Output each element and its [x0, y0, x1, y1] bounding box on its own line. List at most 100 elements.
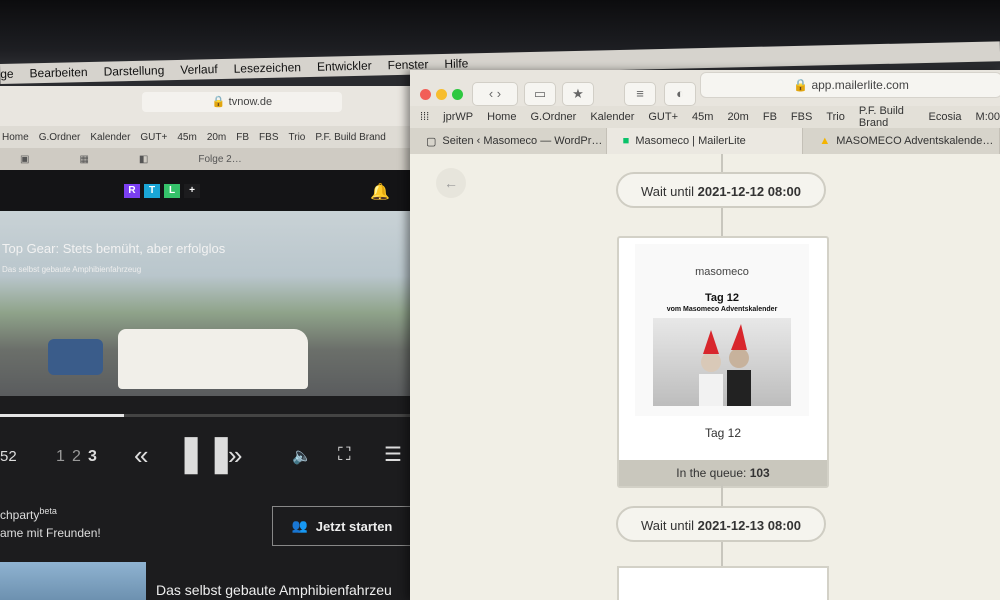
- right-browser-window: ‹ › ▭ ★ ≡ ◐ 🔒 app.mailerlite.com ⁞⁞⁞ jpr…: [410, 70, 1000, 600]
- volume-icon[interactable]: 🔈: [292, 446, 312, 466]
- bookmark-item[interactable]: G.Ordner: [39, 132, 81, 143]
- left-browser-window: 🔒 tvnow.de Home G.Ordner Kalender GUT+ 4…: [0, 86, 412, 600]
- grid-icon[interactable]: ⁞⁞⁞: [420, 111, 429, 123]
- bookmark-item[interactable]: Trio: [289, 132, 306, 143]
- rtl-logo-t: T: [144, 184, 160, 198]
- rtl-logo[interactable]: R T L +: [124, 184, 200, 198]
- minimize-window-icon[interactable]: [436, 89, 447, 100]
- zoom-window-icon[interactable]: [452, 89, 463, 100]
- menu-item-history[interactable]: Verlauf: [180, 62, 218, 77]
- video-progress-bar[interactable]: [0, 414, 412, 417]
- bookmark-item[interactable]: FBS: [791, 111, 812, 123]
- menu-item-edit[interactable]: Bearbeiten: [29, 65, 87, 80]
- menu-item-bookmarks[interactable]: Lesezeichen: [233, 60, 301, 76]
- right-address-bar[interactable]: 🔒 app.mailerlite.com: [700, 72, 1000, 98]
- next-episode-thumbnail[interactable]: [0, 562, 146, 600]
- bookmark-item[interactable]: P.F. Build Brand: [315, 132, 385, 143]
- fullscreen-icon[interactable]: ⛶: [338, 444, 351, 465]
- tab-label[interactable]: Folge 2…: [198, 154, 241, 165]
- video-title: Top Gear: Stets bemüht, aber erfolglos: [2, 241, 226, 256]
- menu-item-developer[interactable]: Entwickler: [317, 59, 372, 74]
- bookmark-item[interactable]: 20m: [727, 111, 748, 123]
- start-watchparty-button[interactable]: 👥 Jetzt starten: [272, 506, 412, 546]
- right-tab-bar: ▢ Seiten ‹ Masomeco — WordPr… ■ Masomeco…: [410, 128, 1000, 154]
- menu-item-view[interactable]: Darstellung: [103, 63, 164, 78]
- email-step-card-next[interactable]: [617, 566, 829, 600]
- forward-icon[interactable]: »: [228, 440, 242, 471]
- tab-mailerlite[interactable]: ■ Masomeco | MailerLite: [606, 128, 804, 154]
- shield-icon[interactable]: ◐: [664, 82, 696, 106]
- automation-workflow: ← Wait until 2021-12-12 08:00 masomeco T…: [410, 154, 1000, 600]
- lock-icon: 🔒: [793, 78, 809, 92]
- left-address-bar[interactable]: 🔒 tvnow.de: [142, 92, 342, 112]
- right-address-text: app.mailerlite.com: [811, 78, 909, 92]
- video-player[interactable]: Top Gear: Stets bemüht, aber erfolglos D…: [0, 211, 412, 396]
- player-controls: 52 1 2 3 « ❚❚ » 🔈 ⛶ ☰: [0, 432, 412, 478]
- tab-label: Masomeco | MailerLite: [635, 135, 746, 147]
- bookmark-item[interactable]: FB: [236, 132, 249, 143]
- bookmark-item[interactable]: M:00: [976, 111, 1000, 123]
- lock-icon: 🔒: [211, 96, 226, 108]
- tab-wordpress[interactable]: ▢ Seiten ‹ Masomeco — WordPr…: [410, 128, 607, 154]
- close-window-icon[interactable]: [420, 89, 431, 100]
- bookmark-item[interactable]: P.F. Build Brand: [859, 105, 915, 129]
- menu-item-help[interactable]: Hilfe: [444, 56, 468, 71]
- season-3[interactable]: 3: [88, 448, 97, 466]
- pickup-truck-image: [118, 329, 308, 389]
- next-episode-title[interactable]: Das selbst gebaute Amphibienfahrzeu: [156, 582, 392, 598]
- bookmark-item[interactable]: 45m: [177, 132, 196, 143]
- watchparty-text: chpartybeta ame mit Freunden!: [0, 502, 101, 542]
- connector-line: [721, 484, 723, 506]
- bookmark-item[interactable]: Home: [487, 111, 516, 123]
- left-bookmarks-bar: Home G.Ordner Kalender GUT+ 45m 20m FB F…: [0, 126, 412, 148]
- back-forward-icon[interactable]: ‹ ›: [472, 82, 518, 106]
- watchparty-label: chparty: [0, 508, 40, 522]
- menu-icon[interactable]: ☰: [384, 442, 402, 467]
- bookmark-item[interactable]: FBS: [259, 132, 278, 143]
- connector-line: [721, 208, 723, 236]
- bookmark-item[interactable]: Trio: [826, 111, 845, 123]
- tab-icon[interactable]: ▣: [20, 154, 29, 165]
- bookmark-item[interactable]: FB: [763, 111, 777, 123]
- bookmark-star-icon[interactable]: ★: [562, 82, 594, 106]
- bookmark-item[interactable]: GUT+: [648, 111, 678, 123]
- bell-icon[interactable]: 🔔: [370, 182, 390, 202]
- bookmark-item[interactable]: Kalender: [90, 132, 130, 143]
- menu-item-go[interactable]: ge: [0, 67, 14, 81]
- season-1[interactable]: 1: [56, 448, 65, 466]
- rtl-logo-plus: +: [184, 184, 200, 198]
- episode-number[interactable]: 52: [0, 448, 17, 465]
- extension-icon[interactable]: ≡: [624, 82, 656, 106]
- season-2[interactable]: 2: [72, 448, 81, 466]
- santa-hat-photo: [653, 318, 791, 406]
- wordpress-icon: ▢: [426, 135, 437, 148]
- bookmark-item[interactable]: 20m: [207, 132, 226, 143]
- tab-label: MASOMECO Adventskalende…: [836, 135, 994, 147]
- bookmark-item[interactable]: Kalender: [590, 111, 634, 123]
- left-address-text: tvnow.de: [228, 96, 273, 108]
- rtl-logo-l: L: [164, 184, 180, 198]
- sidebar-icon[interactable]: ▭: [524, 82, 556, 106]
- wait-date: 2021-12-12 08:00: [697, 184, 801, 199]
- start-button-label: Jetzt starten: [315, 518, 393, 534]
- queue-count: 103: [749, 466, 770, 480]
- google-drive-icon: ▲: [819, 135, 831, 147]
- bookmark-item[interactable]: jprWP: [443, 111, 473, 123]
- tab-google-drive[interactable]: ▲ MASOMECO Adventskalende…: [803, 128, 1000, 154]
- mailerlite-icon: ■: [622, 135, 630, 147]
- wait-until-step-1[interactable]: Wait until 2021-12-12 08:00: [616, 172, 826, 208]
- bookmark-item[interactable]: G.Ordner: [530, 111, 576, 123]
- rewind-icon[interactable]: «: [134, 440, 148, 471]
- bookmark-item[interactable]: 45m: [692, 111, 713, 123]
- tab-icon[interactable]: ◧: [139, 154, 148, 165]
- tab-icon[interactable]: ▦: [79, 154, 88, 165]
- bookmark-item[interactable]: Ecosia: [929, 111, 962, 123]
- back-arrow-icon[interactable]: ←: [436, 168, 466, 198]
- wait-until-step-2[interactable]: Wait until 2021-12-13 08:00: [616, 506, 826, 542]
- boat-car-image: [48, 339, 103, 375]
- right-toolbar: ‹ › ▭ ★ ≡ ◐ 🔒 app.mailerlite.com: [410, 70, 1000, 106]
- bookmark-item[interactable]: Home: [2, 132, 29, 143]
- email-step-title: Tag 12: [704, 426, 742, 440]
- bookmark-item[interactable]: GUT+: [140, 132, 167, 143]
- email-step-card[interactable]: masomeco Tag 12 vom Masomeco Adventskale…: [617, 236, 829, 488]
